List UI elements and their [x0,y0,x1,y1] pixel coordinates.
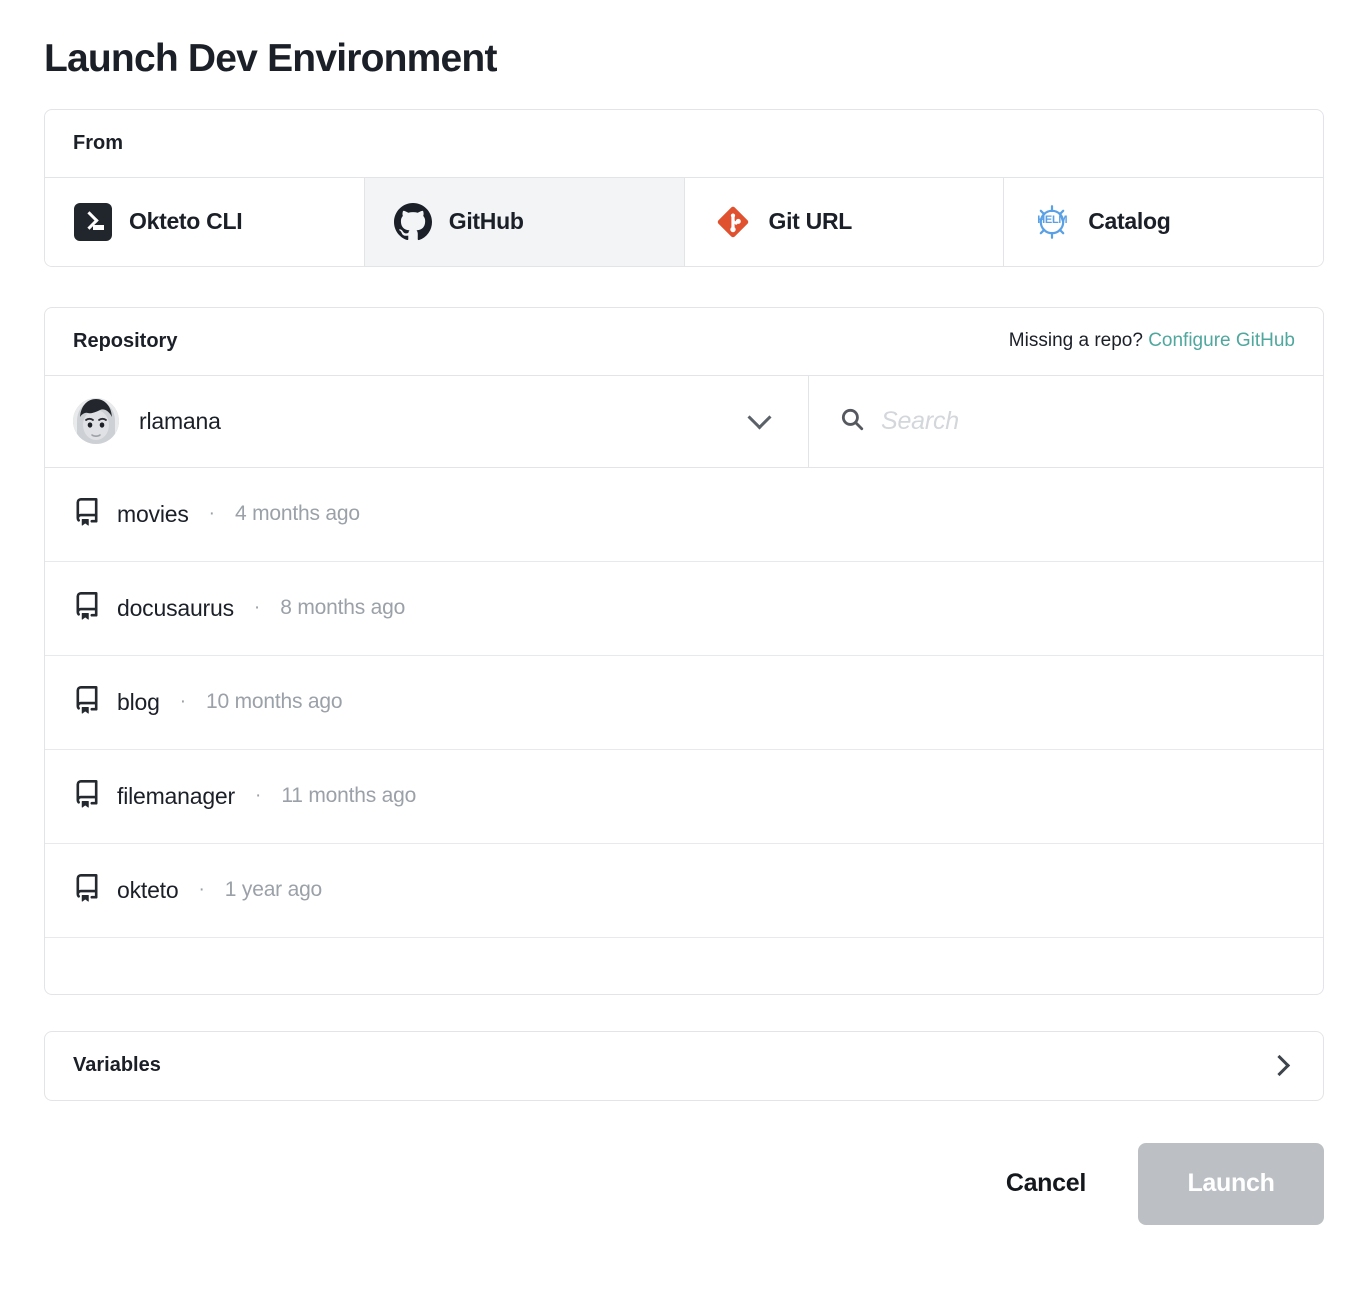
missing-repo-text: Missing a repo? [1008,330,1143,352]
source-tabs: Okteto CLI GitHub Git URL HELM Catalog [45,177,1323,266]
repo-separator: · [179,691,187,713]
repo-list-item[interactable]: movies · 4 months ago [45,468,1323,562]
repo-updated: 11 months ago [281,784,417,808]
chevron-down-icon[interactable] [747,405,772,430]
repo-separator: · [254,785,262,807]
repo-name: docusaurus [117,594,234,621]
owner-name: rlamana [139,407,221,434]
repo-updated: 1 year ago [224,878,323,902]
tab-okteto-cli-label: Okteto CLI [129,208,243,235]
repo-name: blog [117,688,160,715]
variables-toggle[interactable]: Variables [45,1032,1323,1100]
tab-catalog[interactable]: HELM Catalog [1004,177,1323,266]
repo-separator: · [253,597,261,619]
from-card: From Okteto CLI GitHub Git URL HELM Cata… [44,108,1324,267]
repo-icon [73,873,101,907]
missing-repo-text-group: Missing a repo? Configure GitHub [1009,330,1295,352]
tab-github-label: GitHub [448,208,524,235]
owner-dropdown[interactable]: rlamana [45,375,809,467]
repo-separator: · [208,503,215,525]
repo-icon [73,685,101,719]
launch-button[interactable]: Launch [1138,1142,1324,1225]
tab-catalog-label: Catalog [1088,208,1171,235]
variables-label: Variables [73,1054,161,1077]
repo-updated: 8 months ago [280,596,406,620]
page-title: Launch Dev Environment [44,37,497,80]
chevron-right-icon[interactable] [1268,1055,1291,1077]
repository-card: Repository Missing a repo? Configure Git… [44,306,1324,995]
repository-list: movies · 4 months ago docusaurus · 8 mon… [45,468,1323,994]
launch-dev-environment-dialog: Launch Dev Environment From Okteto CLI G… [0,0,1368,1294]
avatar [73,398,119,445]
from-label: From [45,110,1323,178]
search-input[interactable] [881,406,1293,436]
repository-header: Repository Missing a repo? Configure Git… [45,308,1323,376]
repo-icon [73,497,101,531]
cancel-button[interactable]: Cancel [982,1151,1110,1216]
helm-icon-text: HELM [1037,213,1068,226]
tab-okteto-cli[interactable]: Okteto CLI [45,177,365,266]
git-icon [713,202,753,242]
tab-git-url-label: Git URL [768,208,853,235]
repo-list-item[interactable]: filemanager · 11 months ago [45,750,1323,844]
search-icon [839,406,865,437]
repo-name: okteto [117,876,179,903]
repository-title: Repository [73,329,178,352]
variables-card: Variables [44,1030,1324,1101]
tab-git-url[interactable]: Git URL [684,177,1005,266]
repo-list-item[interactable]: okteto · 1 year ago [45,844,1323,938]
repo-updated: 10 months ago [206,690,343,714]
repo-updated: 4 months ago [234,502,360,526]
owner-and-search-row: rlamana [45,375,1323,468]
repo-icon [73,591,101,625]
repo-icon [73,779,101,813]
repo-name: filemanager [117,782,235,809]
repo-list-item[interactable]: blog · 10 months ago [45,656,1323,750]
configure-github-link[interactable]: Configure GitHub [1148,330,1295,351]
repo-list-empty-row [45,938,1323,994]
search-box [809,376,1323,467]
repo-separator: · [198,879,205,901]
github-icon [393,202,433,242]
tab-github[interactable]: GitHub [364,177,685,266]
helm-icon: HELM [1032,203,1072,241]
dialog-footer: Cancel Launch [44,1142,1324,1225]
repo-name: movies [117,500,189,527]
terminal-icon [73,202,113,242]
repo-list-item[interactable]: docusaurus · 8 months ago [45,562,1323,656]
